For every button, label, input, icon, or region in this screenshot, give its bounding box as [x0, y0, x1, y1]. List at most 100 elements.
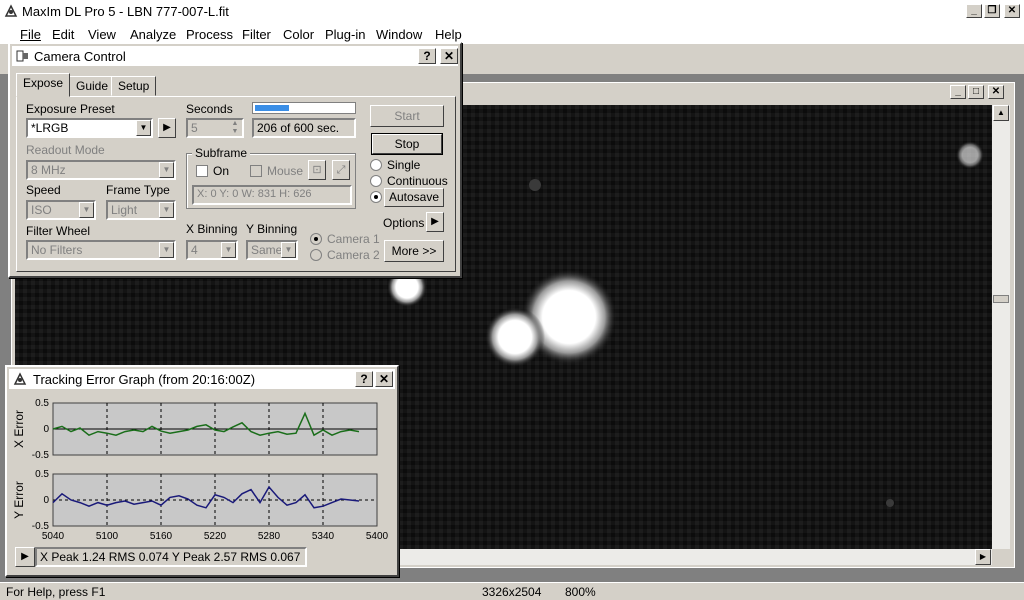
tab-expose[interactable]: Expose: [16, 73, 71, 97]
tab-strip: Expose Guide Setup: [16, 73, 456, 98]
app-title: MaxIm DL Pro 5 - LBN 777-007-L.fit: [22, 4, 229, 19]
star: [956, 141, 984, 169]
bright-star: [485, 307, 545, 367]
close-icon[interactable]: ✕: [375, 371, 393, 387]
readout-mode-label: Readout Mode: [26, 143, 105, 157]
x-tick-label: 5400: [366, 531, 389, 542]
subframe-on-label: On: [213, 164, 230, 178]
menu-window[interactable]: Window: [376, 27, 422, 42]
close-icon[interactable]: ✕: [1004, 4, 1020, 18]
camera2-radio[interactable]: [310, 249, 322, 261]
camera-icon: [16, 49, 30, 66]
minimize-icon[interactable]: _: [966, 4, 982, 18]
subframe-info: X: 0 Y: 0 W: 831 H: 626: [192, 185, 352, 205]
camera1-label: Camera 1: [327, 232, 380, 246]
exposure-progress-bar: [252, 102, 356, 114]
options-label[interactable]: Options: [383, 216, 424, 230]
seconds-input[interactable]: 5 ▲ ▼: [186, 118, 244, 138]
filter-wheel-select[interactable]: No Filters ▼: [26, 240, 176, 260]
speed-label: Speed: [26, 183, 61, 197]
faint-star: [529, 179, 541, 191]
chevron-down-icon: ▼: [136, 120, 151, 136]
status-zoom: 800%: [565, 585, 596, 599]
continuous-radio[interactable]: [370, 175, 382, 187]
subframe-reset-icon[interactable]: ⤢: [332, 160, 350, 180]
axis-label: X Error: [12, 410, 26, 448]
y-tick-label: 0.5: [35, 469, 49, 480]
frame-type-select[interactable]: Light ▼: [106, 200, 176, 220]
vertical-scrollbar[interactable]: ▲: [992, 105, 1010, 549]
menu-edit[interactable]: Edit: [52, 27, 74, 42]
camera2-label: Camera 2: [327, 248, 380, 262]
image-close-icon[interactable]: ✕: [988, 85, 1004, 99]
camera-control-title: Camera Control: [34, 49, 126, 64]
x-tick-label: 5340: [312, 531, 335, 542]
restore-icon[interactable]: ❐: [984, 4, 1000, 18]
tracking-charts: 0.50-0.5X Error0.50-0.5Y Error5040 5100 51…: [12, 398, 389, 542]
subframe-on-checkbox[interactable]: [196, 165, 208, 177]
mouse-label: Mouse: [267, 164, 304, 178]
seconds-label: Seconds: [186, 102, 233, 116]
progress-fill: [255, 105, 289, 111]
menu-process[interactable]: Process: [186, 27, 233, 42]
camera1-radio[interactable]: [310, 233, 322, 245]
tab-setup[interactable]: Setup: [111, 76, 157, 96]
menu-view[interactable]: View: [88, 27, 116, 42]
image-maximize-icon[interactable]: □: [968, 85, 984, 99]
axis-label: Y Error: [12, 481, 26, 519]
x-binning-select[interactable]: 4 ▼: [186, 240, 238, 260]
x-tick-label: 5160: [150, 531, 173, 542]
camera-control-dialog: Camera Control ? ✕ Expose Guide Setup Ex…: [8, 42, 462, 278]
continuous-label: Continuous: [387, 174, 448, 188]
menu-color[interactable]: Color: [283, 27, 314, 42]
image-minimize-icon[interactable]: _: [950, 85, 966, 99]
scroll-up-icon[interactable]: ▲: [993, 105, 1009, 121]
options-arrow-button[interactable]: ▶: [426, 212, 444, 232]
y-tick-label: 0.5: [35, 398, 49, 409]
y-binning-select[interactable]: Same ▼: [246, 240, 298, 260]
menu-bar: File Edit View Analyze Process Filter Co…: [0, 24, 1024, 44]
faint-star: [886, 499, 894, 507]
chevron-down-icon: ▼: [221, 242, 236, 258]
tracking-icon: [13, 372, 27, 389]
tracking-graph-title-bar: Tracking Error Graph (from 20:16:00Z) ? …: [9, 369, 395, 389]
menu-file[interactable]: File: [20, 27, 41, 42]
mouse-checkbox[interactable]: [250, 165, 262, 177]
autosave-button[interactable]: Autosave: [384, 188, 444, 207]
graph-options-arrow-button[interactable]: ▶: [15, 547, 35, 567]
menu-filter[interactable]: Filter: [242, 27, 271, 42]
x-binning-label: X Binning: [186, 222, 238, 236]
menu-help[interactable]: Help: [435, 27, 462, 42]
chevron-down-icon: ▼: [159, 162, 174, 178]
x-tick-label: 5100: [96, 531, 119, 542]
help-icon[interactable]: ?: [418, 48, 436, 64]
spin-icon[interactable]: ▲ ▼: [228, 120, 242, 136]
more-button[interactable]: More >>: [384, 240, 444, 262]
exposure-preset-label: Exposure Preset: [26, 102, 115, 116]
preset-arrow-button[interactable]: ▶: [158, 118, 176, 138]
scroll-right-icon[interactable]: ▶: [975, 549, 991, 565]
close-icon[interactable]: ✕: [440, 48, 458, 64]
camera-control-title-bar: Camera Control ? ✕: [12, 46, 458, 66]
app-icon[interactable]: [4, 4, 18, 18]
autosave-radio[interactable]: [370, 191, 382, 203]
start-button[interactable]: Start: [370, 105, 444, 127]
tab-guide[interactable]: Guide: [69, 76, 116, 96]
chevron-down-icon: ▼: [159, 202, 174, 218]
readout-mode-select[interactable]: 8 MHz ▼: [26, 160, 176, 180]
scroll-thumb[interactable]: [993, 295, 1009, 303]
frame-type-label: Frame Type: [106, 183, 170, 197]
exposure-preset-select[interactable]: *LRGB ▼: [26, 118, 153, 138]
menu-analyze[interactable]: Analyze: [130, 27, 176, 42]
stop-button[interactable]: Stop: [371, 133, 443, 155]
speed-select[interactable]: ISO ▼: [26, 200, 96, 220]
y-tick-label: 0: [43, 424, 49, 435]
single-radio[interactable]: [370, 159, 382, 171]
tracking-graph-dialog: Tracking Error Graph (from 20:16:00Z) ? …: [5, 365, 399, 577]
subframe-select-icon[interactable]: ⊡: [308, 160, 326, 180]
y-binning-label: Y Binning: [246, 222, 298, 236]
progress-text: 206 of 600 sec.: [252, 118, 356, 138]
help-icon[interactable]: ?: [355, 371, 373, 387]
menu-plugin[interactable]: Plug-in: [325, 27, 365, 42]
tracking-graph-title: Tracking Error Graph (from 20:16:00Z): [33, 372, 256, 387]
